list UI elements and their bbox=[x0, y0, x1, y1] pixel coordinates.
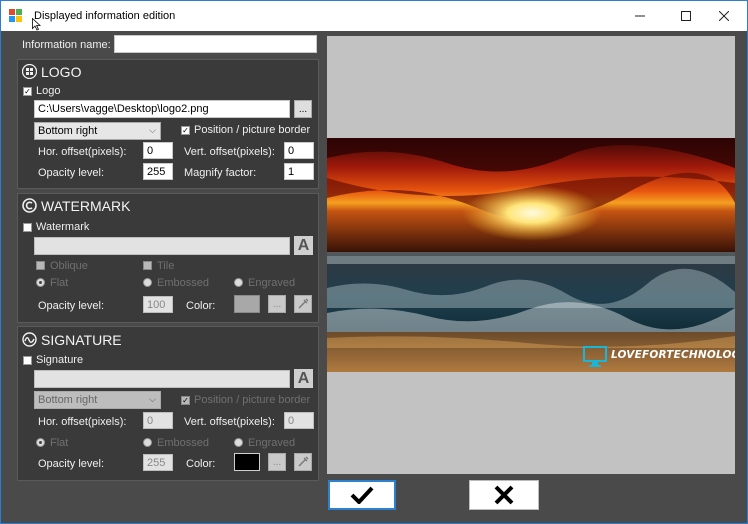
watermark-embossed-label: Embossed bbox=[157, 277, 209, 289]
ok-button[interactable] bbox=[328, 480, 396, 510]
windows-logo-icon bbox=[22, 64, 37, 79]
logo-border-checkbox[interactable]: ✓ bbox=[181, 126, 190, 135]
watermark-tile-label: Tile bbox=[157, 260, 175, 272]
logo-opacity-label: Opacity level: bbox=[38, 167, 105, 179]
font-icon[interactable]: A bbox=[294, 236, 313, 255]
watermark-panel: WATERMARK Watermark A Oblique Tile Flat … bbox=[17, 193, 319, 323]
signature-embossed-radio[interactable] bbox=[143, 438, 152, 447]
watermark-color-more-button[interactable]: ... bbox=[268, 295, 286, 313]
maximize-icon bbox=[681, 11, 691, 21]
watermark-engraved-label: Engraved bbox=[248, 277, 296, 289]
monitor-icon bbox=[583, 346, 607, 367]
eyedropper-icon bbox=[298, 456, 309, 467]
logo-checkbox-label: Logo bbox=[36, 85, 61, 97]
signature-flat-radio[interactable] bbox=[36, 438, 45, 447]
preview-photo: LOVEFORTECHNOLOGY bbox=[327, 138, 735, 372]
mouse-cursor-icon bbox=[32, 18, 41, 31]
signature-vert-offset-label: Vert. offset(pixels): bbox=[184, 416, 275, 428]
logo-path-input[interactable]: C:\Users\vagge\Desktop\logo2.png bbox=[34, 100, 290, 118]
signature-position-select[interactable]: Bottom right ⌵ bbox=[34, 391, 161, 409]
watermark-text-input[interactable] bbox=[34, 237, 290, 255]
signature-position-value: Bottom right bbox=[38, 394, 98, 406]
signature-engraved-label: Engraved bbox=[248, 437, 296, 449]
watermark-color-label: Color: bbox=[186, 300, 216, 312]
checkmark-icon bbox=[350, 486, 374, 504]
signature-hor-offset-label: Hor. offset(pixels): bbox=[38, 416, 127, 428]
signature-opacity-label: Opacity level: bbox=[38, 458, 105, 470]
logo-vert-offset-label: Vert. offset(pixels): bbox=[184, 146, 275, 158]
watermark-flat-label: Flat bbox=[50, 277, 69, 289]
title-bar: Displayed information edition bbox=[1, 1, 747, 31]
logo-position-value: Bottom right bbox=[38, 125, 98, 137]
signature-color-swatch[interactable] bbox=[234, 453, 260, 471]
logo-magnify-label: Magnify factor: bbox=[184, 167, 257, 179]
logo-checkbox[interactable]: ✓ bbox=[23, 87, 32, 96]
logo-border-label: Position / picture border bbox=[194, 124, 311, 136]
watermark-engraved-radio[interactable] bbox=[234, 278, 243, 287]
signature-border-checkbox[interactable]: ✓ bbox=[181, 396, 190, 405]
signature-checkbox-label: Signature bbox=[36, 354, 84, 366]
close-button[interactable] bbox=[701, 1, 747, 31]
signature-border-label: Position / picture border bbox=[194, 394, 311, 406]
logo-vert-offset-input[interactable]: 0 bbox=[284, 142, 314, 159]
logo-browse-button[interactable]: ... bbox=[294, 100, 312, 118]
signature-flat-label: Flat bbox=[50, 437, 69, 449]
chevron-down-icon: ⌵ bbox=[149, 394, 156, 404]
signature-eyedropper-button[interactable] bbox=[294, 453, 312, 471]
watermark-logo: LOVEFORTECHNOLOGY bbox=[583, 346, 735, 367]
app-window: Displayed information edition Informatio… bbox=[0, 0, 748, 524]
app-icon bbox=[9, 9, 22, 22]
watermark-oblique-checkbox[interactable] bbox=[36, 261, 45, 270]
watermark-color-swatch[interactable] bbox=[234, 295, 260, 313]
close-icon bbox=[719, 11, 729, 21]
logo-magnify-input[interactable]: 1 bbox=[284, 163, 314, 180]
logo-position-select[interactable]: Bottom right ⌵ bbox=[34, 122, 161, 140]
watermark-opacity-input[interactable]: 100 bbox=[143, 296, 173, 313]
watermark-flat-radio[interactable] bbox=[36, 278, 45, 287]
watermark-tile-checkbox[interactable] bbox=[143, 261, 152, 270]
minimize-button[interactable] bbox=[617, 1, 663, 31]
minimize-icon bbox=[635, 15, 645, 17]
signature-color-label: Color: bbox=[186, 458, 216, 470]
watermark-oblique-label: Oblique bbox=[50, 260, 88, 272]
logo-panel: LOGO ✓ Logo C:\Users\vagge\Desktop\logo2… bbox=[17, 59, 319, 189]
eyedropper-icon bbox=[298, 298, 309, 309]
x-icon bbox=[494, 485, 514, 505]
watermark-embossed-radio[interactable] bbox=[143, 278, 152, 287]
watermark-opacity-label: Opacity level: bbox=[38, 300, 105, 312]
watermark-checkbox-label: Watermark bbox=[36, 221, 90, 233]
sunset-beach-image bbox=[327, 138, 735, 372]
signature-section-title: SIGNATURE bbox=[41, 332, 122, 348]
watermark-eyedropper-button[interactable] bbox=[294, 295, 312, 313]
signature-embossed-label: Embossed bbox=[157, 437, 209, 449]
information-name-label: Information name: bbox=[22, 39, 111, 51]
signature-checkbox[interactable] bbox=[23, 356, 32, 365]
signature-icon bbox=[22, 332, 37, 347]
watermark-checkbox[interactable] bbox=[23, 223, 32, 232]
watermark-logo-text: LOVEFORTECHNOLOGY bbox=[611, 349, 735, 361]
logo-hor-offset-label: Hor. offset(pixels): bbox=[38, 146, 127, 158]
settings-pane: Information name: LOGO ✓ Logo C:\Users\v… bbox=[15, 31, 323, 511]
signature-font-icon[interactable]: A bbox=[294, 369, 313, 388]
cancel-button[interactable] bbox=[469, 480, 539, 510]
window-title: Displayed information edition bbox=[34, 10, 176, 22]
watermark-section-title: WATERMARK bbox=[41, 198, 131, 214]
signature-color-more-button[interactable]: ... bbox=[268, 453, 286, 471]
signature-hor-offset-input[interactable]: 0 bbox=[143, 412, 173, 429]
signature-opacity-input[interactable]: 255 bbox=[143, 454, 173, 471]
signature-engraved-radio[interactable] bbox=[234, 438, 243, 447]
logo-hor-offset-input[interactable]: 0 bbox=[143, 142, 173, 159]
logo-opacity-input[interactable]: 255 bbox=[143, 163, 173, 180]
copyright-icon bbox=[22, 198, 37, 213]
information-name-input[interactable] bbox=[114, 35, 317, 53]
signature-vert-offset-input[interactable]: 0 bbox=[284, 412, 314, 429]
image-preview: LOVEFORTECHNOLOGY bbox=[327, 36, 735, 474]
logo-section-title: LOGO bbox=[41, 64, 82, 80]
signature-panel: SIGNATURE Signature A Bottom right ⌵ ✓ P… bbox=[17, 326, 319, 481]
signature-text-input[interactable] bbox=[34, 370, 290, 388]
chevron-down-icon: ⌵ bbox=[149, 125, 156, 135]
